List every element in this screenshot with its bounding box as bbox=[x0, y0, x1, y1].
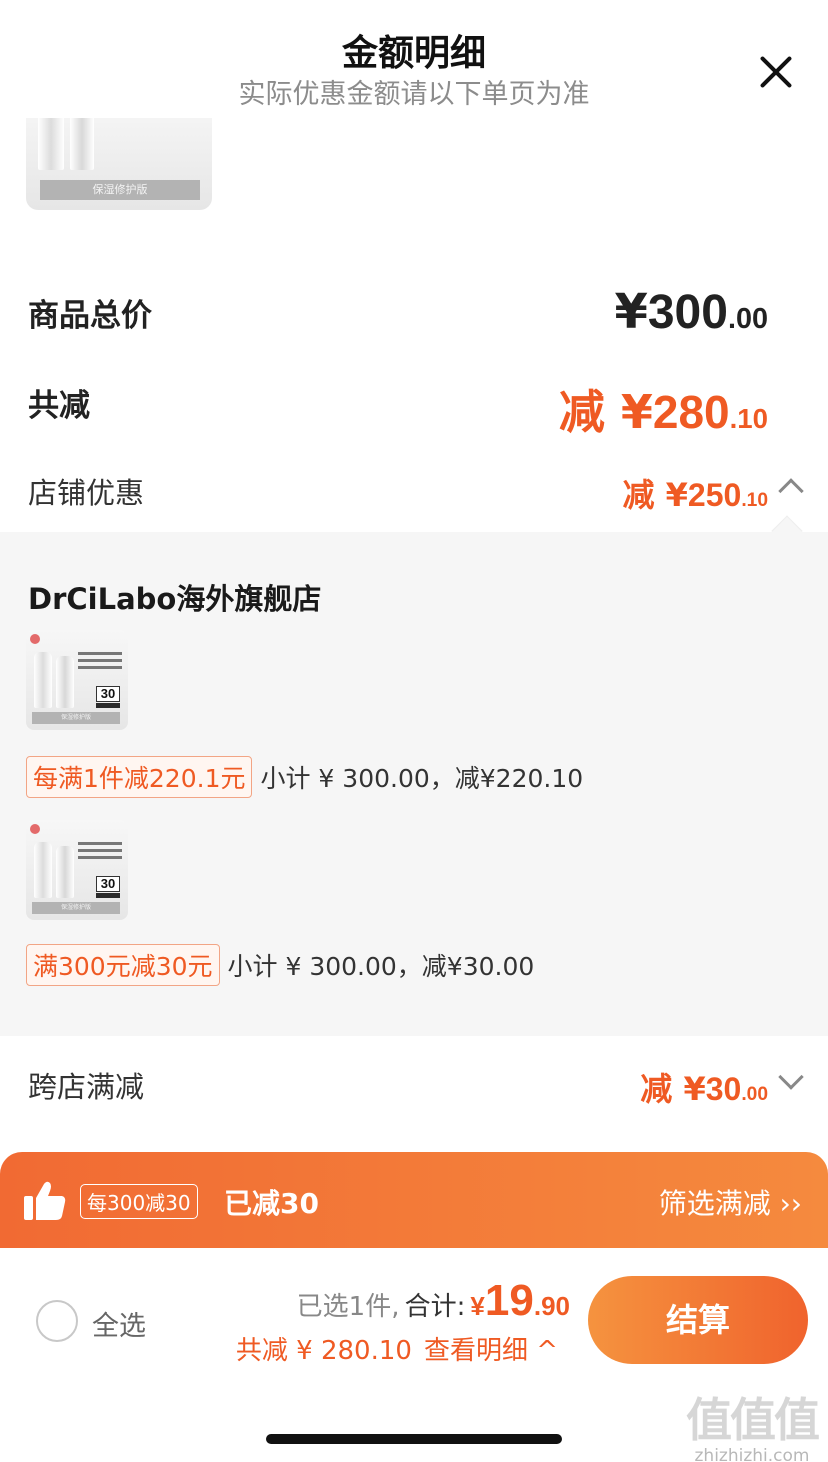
total-reduce-amount: 减 ¥280.10 bbox=[558, 385, 768, 439]
checkout-button[interactable]: 结算 bbox=[588, 1276, 808, 1364]
promo-banner: 每300减30 已减30 筛选满减 ›› bbox=[0, 1152, 828, 1252]
promo-line: 每满1件减220.1元 小计 ¥ 300.00，减¥220.10 bbox=[26, 756, 583, 798]
modal-header: 金额明细 实际优惠金额请以下单页为准 bbox=[0, 0, 828, 118]
promo-tag: 满300元减30元 bbox=[26, 944, 220, 986]
select-all-checkbox[interactable] bbox=[36, 1300, 78, 1342]
close-icon[interactable] bbox=[758, 54, 794, 90]
total-price-label: 商品总价 bbox=[28, 298, 152, 334]
shop-discount-amount[interactable]: 减 ¥250.10 bbox=[623, 470, 769, 516]
product-thumbnail: 30 保湿修护版 bbox=[26, 820, 128, 920]
view-detail-link[interactable]: 查看明细 ^ bbox=[424, 1336, 558, 1366]
spf-label: 30 bbox=[96, 686, 120, 702]
watermark-logo: 值值值 bbox=[686, 1393, 820, 1447]
reduce-summary-text: 共减 ¥ 280.10 bbox=[235, 1336, 412, 1366]
watermark-url: zhizhizhi.com bbox=[694, 1446, 810, 1462]
order-summary: 已选1件, 合计: ¥19.90 bbox=[297, 1276, 570, 1326]
shop-discount-label[interactable]: 店铺优惠 bbox=[28, 470, 144, 512]
modal-title: 金额明细 bbox=[341, 33, 486, 74]
home-indicator bbox=[266, 1434, 562, 1444]
spf-label: 30 bbox=[96, 876, 120, 892]
reduce-summary: 共减 ¥ 280.10 查看明细 ^ bbox=[236, 1330, 558, 1367]
product-thumbnail: 30 保湿修护版 bbox=[26, 630, 128, 730]
select-all-label[interactable]: 全选 bbox=[92, 1304, 146, 1343]
cross-store-amount[interactable]: 减 ¥30.00 bbox=[640, 1064, 768, 1110]
modal-subtitle: 实际优惠金额请以下单页为准 bbox=[238, 79, 590, 110]
chevron-up-icon[interactable] bbox=[778, 478, 804, 504]
chevron-down-icon[interactable] bbox=[778, 1064, 804, 1090]
promo-badge: 每300减30 bbox=[80, 1184, 198, 1219]
total-label: 合计: bbox=[404, 1292, 466, 1322]
promo-subtotal: 小计 ¥ 300.00，减¥220.10 bbox=[260, 764, 584, 793]
store-name: DrCiLabo海外旗舰店 bbox=[28, 582, 322, 616]
filter-discount-link[interactable]: 筛选满减 ›› bbox=[659, 1182, 802, 1222]
promo-tag: 每满1件减220.1元 bbox=[26, 756, 253, 798]
reduced-text: 已减30 bbox=[224, 1187, 319, 1220]
brand-logo-icon bbox=[30, 634, 40, 644]
total-reduce-label: 共减 bbox=[28, 388, 90, 424]
product-band-text: 保湿修护版 bbox=[32, 902, 120, 914]
total-amount: ¥19.90 bbox=[470, 1276, 570, 1325]
promo-line: 满300元减30元 小计 ¥ 300.00，减¥30.00 bbox=[26, 944, 534, 986]
thumbs-up-icon bbox=[24, 1181, 66, 1220]
brand-logo-icon bbox=[30, 824, 40, 834]
product-band-text: 保湿修护版 bbox=[32, 712, 120, 724]
watermark: 值值值 zhizhizhi.com bbox=[686, 1384, 820, 1462]
product-band-text: 保湿修护版 bbox=[40, 180, 200, 200]
selected-count: 已选1件, bbox=[296, 1292, 400, 1322]
total-price-amount: ¥300.00 bbox=[614, 284, 768, 340]
promo-subtotal: 小计 ¥ 300.00，减¥30.00 bbox=[227, 952, 535, 981]
cross-store-label[interactable]: 跨店满减 bbox=[28, 1064, 144, 1106]
